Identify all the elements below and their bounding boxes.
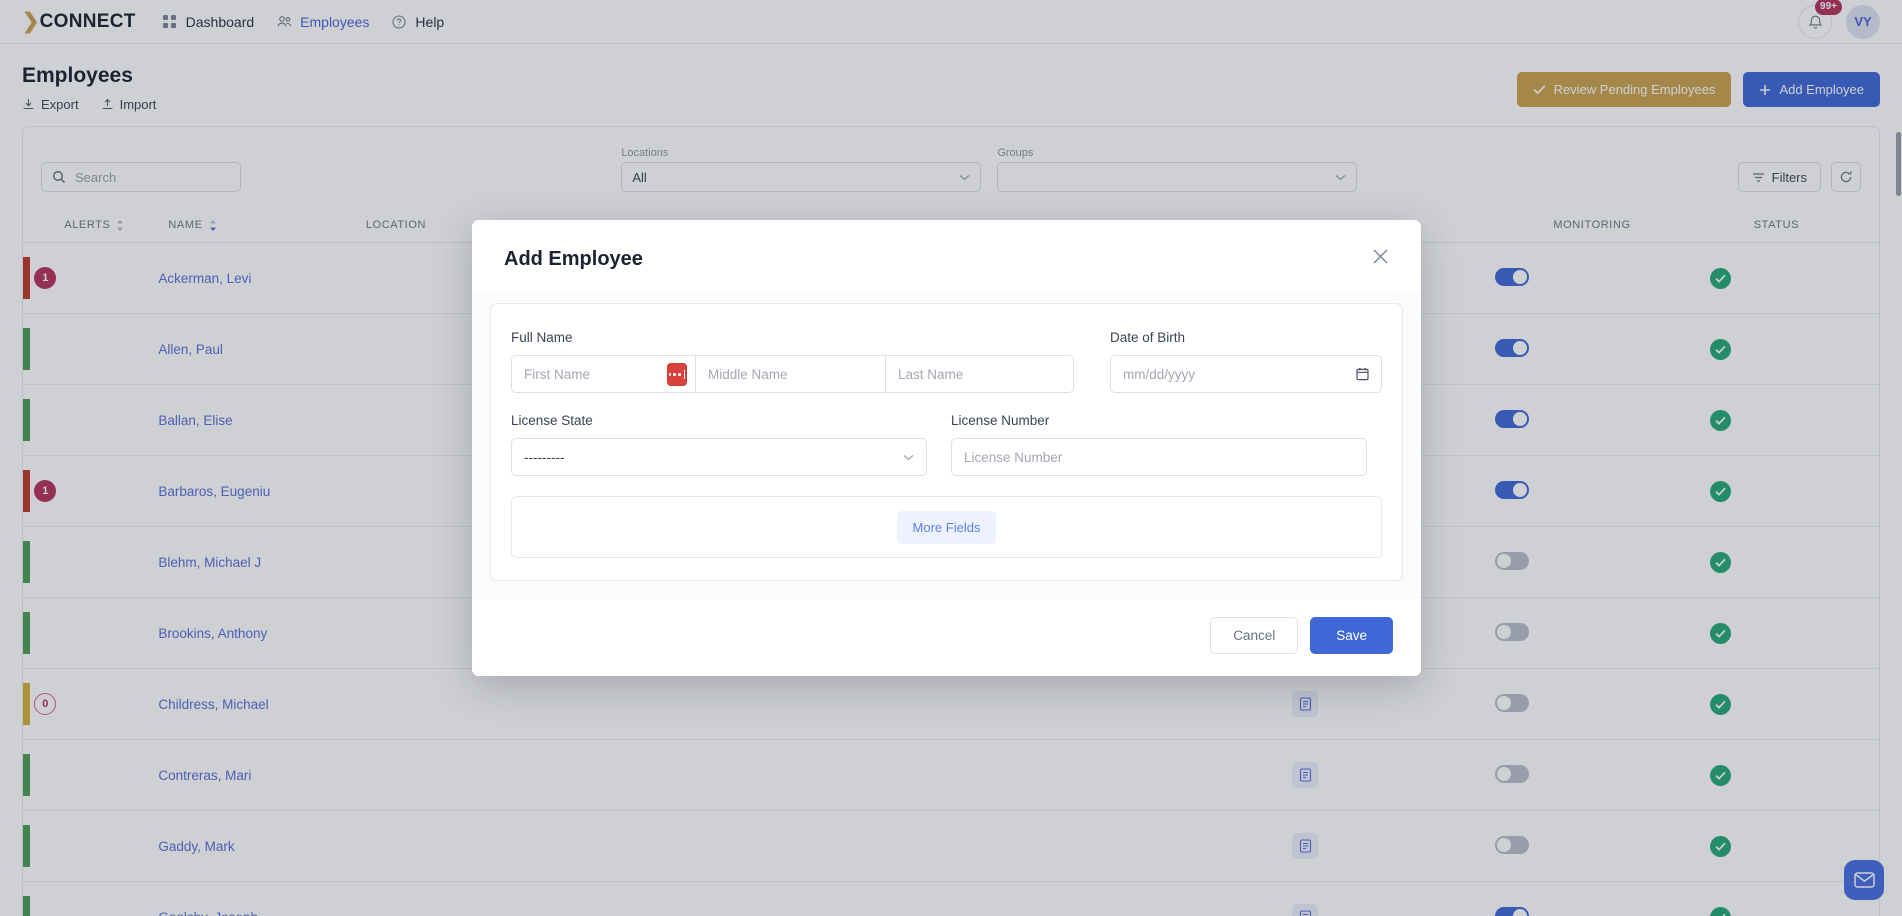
- last-name-input[interactable]: Last Name: [886, 355, 1074, 393]
- more-fields-container: More Fields: [511, 496, 1382, 558]
- modal-header: Add Employee: [472, 220, 1421, 291]
- first-name-placeholder: First Name: [524, 366, 591, 382]
- license-state-select[interactable]: ---------: [511, 438, 927, 476]
- date-of-birth-field: Date of Birth mm/dd/yyyy: [1110, 330, 1382, 393]
- license-number-placeholder: License Number: [964, 449, 1063, 465]
- modal-footer: Cancel Save: [472, 599, 1421, 676]
- license-number-label: License Number: [951, 413, 1050, 428]
- modal-title: Add Employee: [504, 248, 643, 270]
- form-row-name-dob: Full Name First Name Middle Name Last Na…: [511, 330, 1382, 393]
- chevron-down-icon: [903, 454, 914, 461]
- password-manager-icon[interactable]: [667, 363, 687, 386]
- dob-placeholder: mm/dd/yyyy: [1123, 366, 1196, 382]
- license-state-value: ---------: [524, 449, 565, 465]
- license-number-field: License Number License Number: [951, 413, 1367, 476]
- modal-body: Full Name First Name Middle Name Last Na…: [472, 291, 1421, 599]
- calendar-icon[interactable]: [1356, 367, 1369, 381]
- cancel-button[interactable]: Cancel: [1210, 617, 1299, 654]
- license-number-input[interactable]: License Number: [951, 438, 1367, 476]
- license-state-label: License State: [511, 413, 593, 428]
- full-name-label: Full Name: [511, 330, 573, 345]
- form-row-license: License State --------- License Number L…: [511, 413, 1382, 476]
- app-root: ❯ CONNECT Dashboard Employees Help 99+ V…: [0, 0, 1902, 916]
- add-employee-modal: Add Employee Full Name First Name Middle…: [472, 220, 1421, 676]
- name-input-group: First Name Middle Name Last Name: [511, 355, 1086, 393]
- license-state-field: License State ---------: [511, 413, 927, 476]
- full-name-field: Full Name First Name Middle Name Last Na…: [511, 330, 1086, 393]
- last-name-placeholder: Last Name: [898, 366, 964, 382]
- employee-form: Full Name First Name Middle Name Last Na…: [490, 303, 1403, 581]
- more-fields-button[interactable]: More Fields: [896, 510, 997, 544]
- dob-input[interactable]: mm/dd/yyyy: [1110, 355, 1382, 393]
- save-button[interactable]: Save: [1310, 617, 1393, 654]
- close-icon[interactable]: [1372, 248, 1389, 265]
- middle-name-input[interactable]: Middle Name: [696, 355, 886, 393]
- dob-label: Date of Birth: [1110, 330, 1186, 345]
- middle-name-placeholder: Middle Name: [708, 366, 788, 382]
- first-name-input[interactable]: First Name: [511, 355, 696, 393]
